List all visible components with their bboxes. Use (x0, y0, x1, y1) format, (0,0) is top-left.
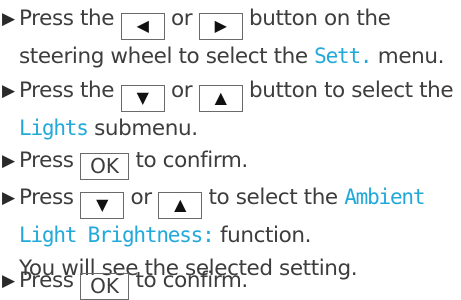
step-5: ▶ Press OK to confirm. (2, 264, 248, 300)
bullet-icon: ▶ (2, 188, 15, 208)
bullet-icon: ▶ (2, 81, 15, 101)
step-2-line-2: Lights submenu. (2, 112, 453, 145)
function-name-ambient: Ambient (344, 185, 425, 209)
step-4-text-a: Press (19, 185, 81, 210)
step-3: ▶ Press OK to confirm. (2, 144, 248, 180)
menu-name-sett: Sett. (314, 44, 372, 68)
step-3-text-a: Press (19, 148, 81, 173)
step-1-text-a: Press the (19, 6, 121, 31)
step-1-text-b: or (164, 6, 199, 31)
step-4-line-1: ▶ Press ▼ or ▲ to select the Ambient (2, 181, 425, 219)
step-2-text-c: button to select the (242, 78, 454, 103)
up-arrow-key: ▲ (198, 85, 243, 112)
step-1-text-c: button on the (242, 6, 391, 31)
step-1-line-2: steering wheel to select the Sett. menu. (2, 40, 444, 73)
step-2-text-d: submenu. (87, 116, 198, 141)
step-4-line-2: Light Brightness: function. (2, 219, 424, 252)
up-arrow-key: ▲ (158, 192, 203, 219)
step-4-text-d: function. (213, 223, 312, 248)
step-2-text-b: or (164, 78, 199, 103)
down-arrow-key: ▼ (80, 192, 125, 219)
bullet-icon: ▶ (2, 9, 15, 29)
step-5-text-a: Press (19, 268, 81, 293)
down-arrow-key: ▼ (120, 85, 165, 112)
step-4-text-b: or (124, 185, 159, 210)
step-1-text-e: menu. (371, 44, 445, 69)
step-2-line-1: ▶ Press the ▼ or ▲ button to select the (2, 74, 454, 112)
bullet-icon: ▶ (2, 151, 15, 171)
step-3-text-b: to confirm. (129, 148, 248, 173)
step-2: ▶ Press the ▼ or ▲ button to select the L… (2, 74, 454, 145)
bullet-icon: ▶ (2, 271, 15, 291)
step-5-text-b: to confirm. (129, 268, 248, 293)
step-1-text-d: steering wheel to select the (19, 44, 315, 69)
function-name-light-brightness: Light Brightness: (19, 223, 215, 247)
step-4-text-c: to select the (202, 185, 345, 210)
right-arrow-key: ▶ (198, 13, 243, 40)
left-arrow-key: ◀ (120, 13, 165, 40)
step-2-text-a: Press the (19, 78, 121, 103)
ok-key: OK (80, 153, 130, 180)
submenu-name-lights: Lights (19, 116, 89, 140)
step-1-line-1: ▶ Press the ◀ or ▶ button on the (2, 2, 444, 40)
step-1: ▶ Press the ◀ or ▶ button on the steering… (2, 2, 444, 73)
